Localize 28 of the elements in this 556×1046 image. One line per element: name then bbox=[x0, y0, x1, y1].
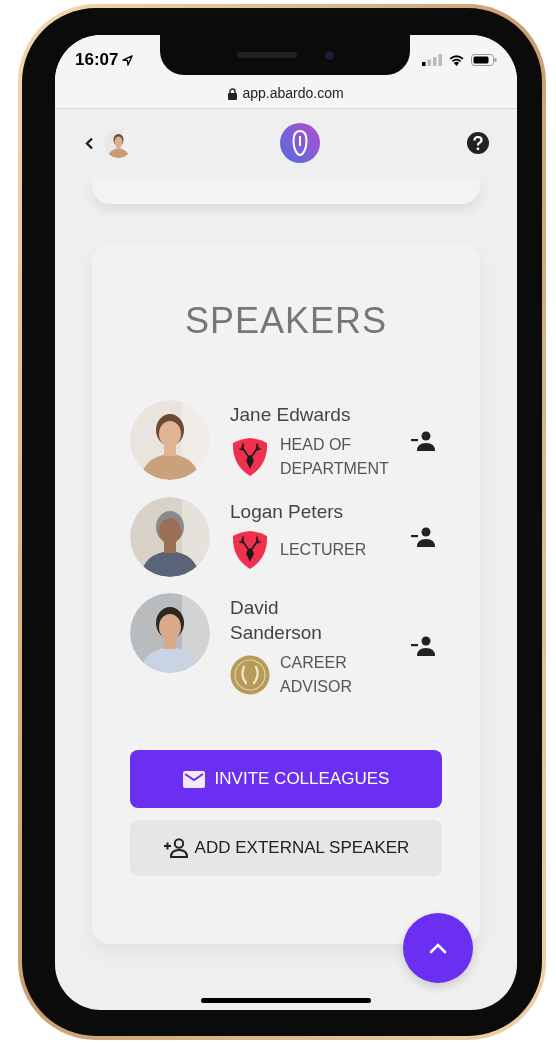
status-time: 16:07 bbox=[75, 49, 119, 72]
speaker-name: Logan Peters bbox=[230, 500, 345, 524]
add-person-icon bbox=[162, 838, 189, 858]
remove-person-icon[interactable] bbox=[410, 636, 436, 656]
speaker-role: LECTURER bbox=[280, 540, 368, 560]
mail-icon bbox=[182, 770, 205, 788]
url-text[interactable]: app.abardo.com bbox=[242, 83, 344, 104]
speaker-name: David Sanderson bbox=[230, 596, 323, 645]
signal-icon bbox=[422, 54, 442, 66]
lock-icon bbox=[228, 87, 238, 100]
speaker-role: CAREER ADVISOR bbox=[280, 653, 353, 697]
add-speaker-button[interactable]: ADD EXTERNAL SPEAKER bbox=[130, 820, 442, 876]
speaker-name: Jane Edwards bbox=[230, 403, 352, 427]
remove-person-icon[interactable] bbox=[410, 430, 436, 451]
help-icon[interactable] bbox=[467, 132, 489, 154]
seal-icon bbox=[230, 655, 270, 695]
shield-stag-icon bbox=[232, 530, 268, 570]
wifi-icon bbox=[448, 54, 465, 66]
battery-icon bbox=[471, 54, 497, 66]
section-title: SPEAKERS bbox=[183, 299, 389, 343]
chevron-up-icon bbox=[429, 942, 447, 954]
remove-person-icon[interactable] bbox=[410, 527, 436, 547]
speaker-role: HEAD OF DEPARTMENT bbox=[280, 435, 390, 479]
location-arrow-icon bbox=[122, 54, 134, 66]
app-logo-icon[interactable] bbox=[280, 123, 320, 163]
shield-stag-icon bbox=[232, 437, 268, 477]
back-chevron-icon[interactable] bbox=[85, 136, 94, 150]
invite-button[interactable]: INVITE COLLEAGUES bbox=[130, 750, 442, 808]
